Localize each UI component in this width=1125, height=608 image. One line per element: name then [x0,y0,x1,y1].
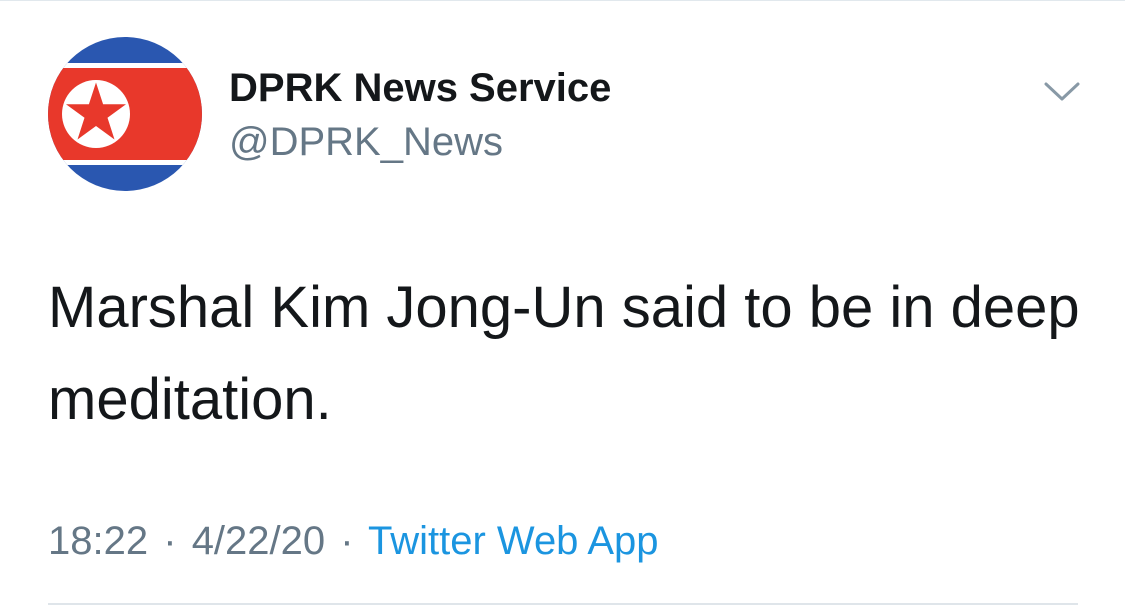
user-handle[interactable]: @DPRK_News [229,116,611,168]
avatar[interactable] [48,37,202,191]
tweet-source-link[interactable]: Twitter Web App [368,519,659,563]
tweet-date[interactable]: 4/22/20 [192,519,325,563]
meta-separator: · [163,519,177,563]
north-korea-flag-icon [48,37,202,191]
user-names: DPRK News Service @DPRK_News [229,62,611,168]
chevron-down-icon [1044,82,1080,101]
tweet-card: DPRK News Service @DPRK_News Marshal Kim… [0,0,1125,608]
bottom-divider [48,603,1078,605]
tweet-meta: 18:22 · 4/22/20 · Twitter Web App [48,515,659,567]
tweet-menu-button[interactable] [1040,76,1084,106]
meta-separator: · [340,519,354,563]
display-name[interactable]: DPRK News Service [229,62,611,114]
tweet-time[interactable]: 18:22 [48,519,148,563]
top-divider [0,0,1125,1]
tweet-text: Marshal Kim Jong-Un said to be in deep m… [48,275,1080,432]
